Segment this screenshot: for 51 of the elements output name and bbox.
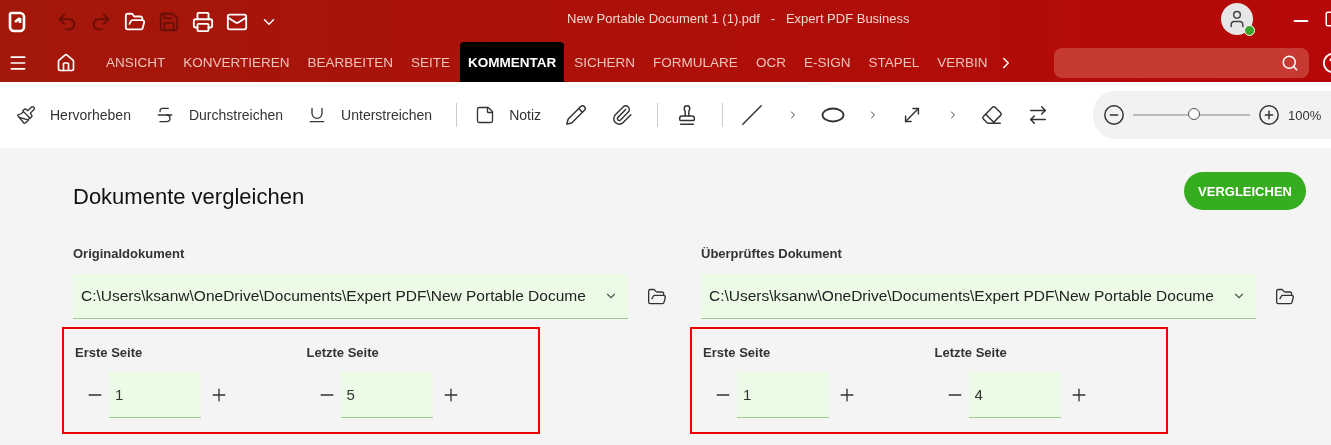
tool-button[interactable]: Unterstreichen bbox=[307, 97, 447, 133]
zoom-in-icon[interactable] bbox=[1258, 104, 1280, 126]
line-icon[interactable] bbox=[741, 104, 764, 126]
file-dropdown[interactable]: C:\Users\ksanw\OneDrive\Documents\Expert PDF\New Portable Docume bbox=[701, 274, 1256, 319]
home-icon[interactable] bbox=[56, 53, 76, 73]
ellipse-icon[interactable] bbox=[821, 107, 846, 123]
ribbon-tab[interactable]: BEARBEITEN bbox=[299, 42, 402, 82]
pencil-icon[interactable] bbox=[565, 104, 588, 126]
printer-icon[interactable] bbox=[192, 11, 214, 33]
zoom-reading: 100% bbox=[1288, 107, 1322, 123]
zoom-out-icon[interactable] bbox=[1103, 104, 1125, 126]
search-field[interactable] bbox=[1054, 48, 1309, 78]
mail-icon[interactable] bbox=[226, 11, 248, 33]
page-heading: Dokumente vergleichen bbox=[73, 184, 305, 210]
folder-icon[interactable] bbox=[1275, 286, 1295, 307]
range-label: Erste Seite bbox=[703, 345, 772, 360]
tool-button[interactable]: Notiz bbox=[475, 97, 556, 133]
range-label: Erste Seite bbox=[75, 345, 144, 360]
search-icon[interactable] bbox=[1281, 54, 1299, 72]
range-label: Letzte Seite bbox=[306, 345, 380, 360]
page-field[interactable]: 1 bbox=[109, 372, 201, 418]
menu-icon[interactable] bbox=[8, 53, 28, 73]
tool-button[interactable]: Hervorheben bbox=[16, 97, 145, 133]
ribbon-tab[interactable]: KONVERTIEREN bbox=[175, 42, 298, 82]
ribbon-tab[interactable]: KOMMENTAR bbox=[460, 42, 565, 82]
folder-icon[interactable] bbox=[124, 11, 146, 33]
avatar-button[interactable] bbox=[1221, 3, 1253, 35]
person-icon bbox=[1227, 9, 1247, 29]
field-label: Originaldokument bbox=[73, 246, 186, 261]
paperclip-icon[interactable] bbox=[611, 104, 634, 126]
ribbon-tab[interactable]: ANSICHT bbox=[98, 42, 174, 82]
folder-icon[interactable] bbox=[647, 286, 667, 307]
ribbon-tab[interactable]: SICHERN bbox=[566, 42, 644, 82]
ribbon-tab[interactable]: VERBIN bbox=[929, 42, 996, 82]
ribbon-tab[interactable]: SEITE bbox=[403, 42, 459, 82]
page-field[interactable]: 1 bbox=[737, 372, 829, 418]
brush-icon bbox=[16, 105, 36, 125]
app-logo-icon[interactable] bbox=[8, 11, 26, 33]
window-title: New Portable Document 1 (1).pdf - Expert PDF Business bbox=[567, 11, 910, 26]
file-dropdown[interactable]: C:\Users\ksanw\OneDrive\Documents\Expert PDF\New Portable Docume bbox=[73, 274, 628, 319]
ribbon-tab[interactable]: OCR bbox=[747, 42, 794, 82]
tool-button[interactable]: Durchstreichen bbox=[154, 97, 298, 133]
ribbon-tab[interactable]: FORMULARE bbox=[645, 42, 746, 82]
note-icon bbox=[475, 105, 496, 125]
eraser-icon[interactable] bbox=[981, 104, 1004, 126]
page-field[interactable]: 5 bbox=[340, 372, 433, 418]
range-label: Letzte Seite bbox=[934, 345, 1008, 360]
ribbon-tab[interactable]: STAPEL bbox=[860, 42, 928, 82]
page-field[interactable]: 4 bbox=[968, 372, 1061, 418]
field-label: Überprüftes Dokument bbox=[701, 246, 843, 261]
ribbon-tab[interactable]: E-SIGN bbox=[795, 42, 859, 82]
